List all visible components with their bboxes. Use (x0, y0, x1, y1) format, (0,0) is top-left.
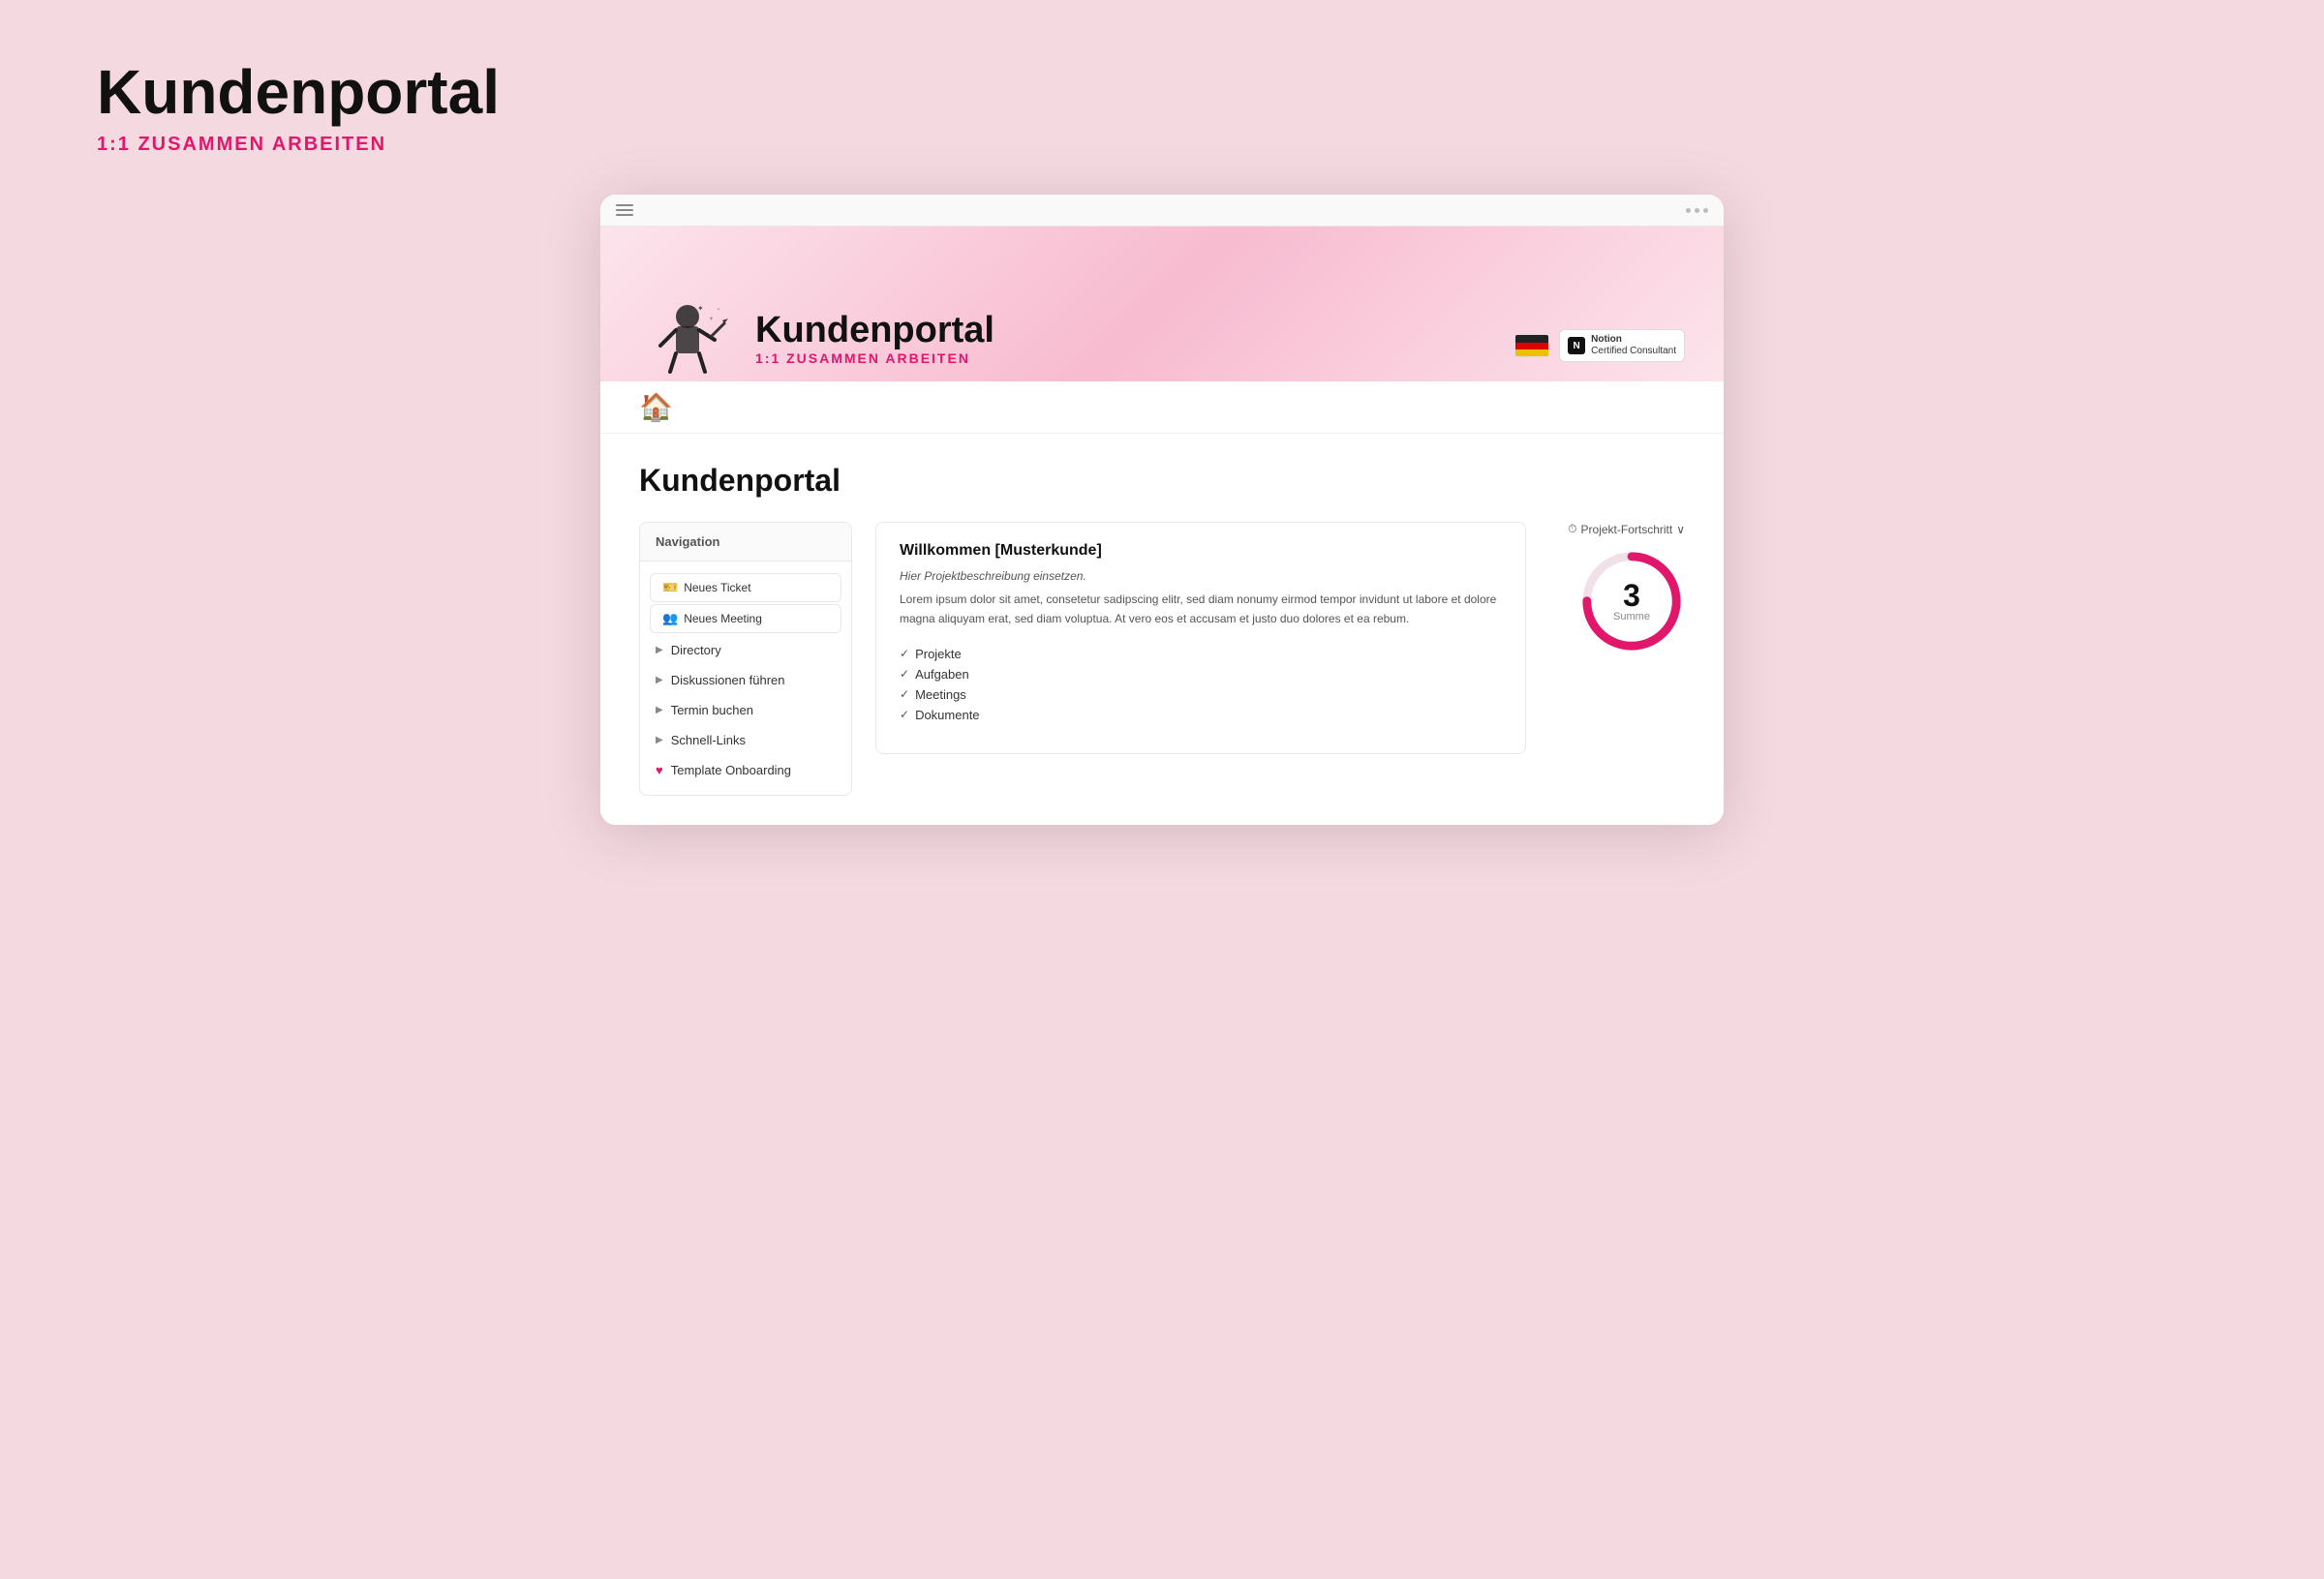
check-mark: ✓ (900, 667, 909, 681)
ticket-icon: 🎫 (662, 580, 678, 595)
nav-item-termin[interactable]: ▶ Termin buchen (640, 695, 851, 725)
heart-icon: ♥ (656, 763, 663, 777)
flag-de (1514, 334, 1549, 357)
home-icon-row: 🏠 (600, 381, 1724, 434)
list-item: ✓ Projekte (900, 644, 1502, 664)
clock-icon: ⏱ (1568, 522, 1576, 536)
nav-sidebar-body: 🎫 Neues Ticket 👥 Neues Meeting ▶ Directo… (640, 562, 851, 795)
check-mark: ✓ (900, 647, 909, 660)
arrow-icon: ▶ (656, 705, 663, 715)
page-main-title: Kundenportal (97, 58, 2247, 126)
list-item: ✓ Dokumente (900, 705, 1502, 725)
welcome-text: Lorem ipsum dolor sit amet, consetetur s… (900, 591, 1502, 627)
nav-sidebar-header: Navigation (640, 523, 851, 562)
page-header: Kundenportal 1:1 ZUSAMMEN ARBEITEN (77, 58, 2247, 156)
checklist: ✓ Projekte ✓ Aufgaben ✓ Meetings ✓ Dokum… (900, 644, 1502, 725)
nav-item-label: Neues Ticket (684, 581, 750, 594)
browser-window: ✦ ✦ ✦ Kundenportal 1:1 ZUSAMMEN ARBEITEN… (600, 195, 1724, 825)
nav-item-label: Termin buchen (671, 703, 753, 717)
nav-item-schnell-links[interactable]: ▶ Schnell-Links (640, 725, 851, 755)
arrow-icon: ▶ (656, 675, 663, 685)
nav-item-label: Neues Meeting (684, 612, 762, 625)
notion-text: Notion Certified Consultant (1591, 334, 1676, 357)
nav-item-label: Directory (671, 643, 721, 657)
nav-item-directory[interactable]: ▶ Directory (640, 635, 851, 665)
list-item: ✓ Aufgaben (900, 664, 1502, 684)
nav-item-label: Template Onboarding (671, 763, 791, 777)
arrow-icon: ▶ (656, 735, 663, 745)
svg-text:✦: ✦ (697, 304, 704, 313)
banner-subtitle: 1:1 ZUSAMMEN ARBEITEN (755, 350, 994, 366)
arrow-icon: ▶ (656, 645, 663, 655)
page-subtitle: 1:1 ZUSAMMEN ARBEITEN (97, 134, 2247, 156)
browser-menu-icon[interactable] (616, 204, 633, 216)
nav-item-label: Diskussionen führen (671, 673, 785, 687)
progress-header[interactable]: ⏱ Projekt-Fortschritt ∨ (1568, 522, 1685, 536)
banner-title-block: Kundenportal 1:1 ZUSAMMEN ARBEITEN (755, 311, 994, 382)
notion-icon: N (1568, 337, 1585, 354)
nav-item-label: Schnell-Links (671, 733, 746, 747)
welcome-card: Willkommen [Musterkunde] Hier Projektbes… (875, 522, 1526, 754)
page-content-title: Kundenportal (639, 463, 1685, 499)
browser-dots[interactable] (1686, 208, 1708, 213)
banner-right: N Notion Certified Consultant (1514, 329, 1685, 381)
list-item: ✓ Meetings (900, 684, 1502, 705)
nav-item-template-onboarding[interactable]: ♥ Template Onboarding (640, 755, 851, 785)
progress-circle: 3 Summe (1578, 548, 1685, 654)
portal-banner: ✦ ✦ ✦ Kundenportal 1:1 ZUSAMMEN ARBEITEN… (600, 227, 1724, 381)
check-mark: ✓ (900, 708, 909, 721)
welcome-desc: Hier Projektbeschreibung einsetzen. (900, 569, 1502, 583)
nav-item-neues-meeting[interactable]: 👥 Neues Meeting (650, 604, 841, 633)
notion-certified-badge: N Notion Certified Consultant (1559, 329, 1685, 362)
progress-inner: 3 Summe (1613, 580, 1650, 622)
nav-item-neues-ticket[interactable]: 🎫 Neues Ticket (650, 573, 841, 602)
svg-text:✦: ✦ (709, 316, 714, 322)
progress-label: Summe (1613, 611, 1650, 622)
banner-left: ✦ ✦ ✦ Kundenportal 1:1 ZUSAMMEN ARBEITEN (639, 299, 994, 381)
welcome-title: Willkommen [Musterkunde] (900, 542, 1502, 560)
chevron-down-icon: ∨ (1676, 523, 1685, 536)
svg-text:✦: ✦ (717, 307, 720, 313)
browser-toolbar (600, 195, 1724, 227)
main-layout: Navigation 🎫 Neues Ticket 👥 Neues Meetin… (639, 522, 1685, 796)
banner-illustration: ✦ ✦ ✦ (639, 299, 736, 386)
progress-widget: ⏱ Projekt-Fortschritt ∨ 3 Summe (1549, 522, 1685, 654)
banner-title: Kundenportal (755, 311, 994, 351)
nav-item-diskussionen[interactable]: ▶ Diskussionen führen (640, 665, 851, 695)
nav-sidebar: Navigation 🎫 Neues Ticket 👥 Neues Meetin… (639, 522, 852, 796)
content-area: Kundenportal Navigation 🎫 Neues Ticket 👥… (600, 434, 1724, 825)
home-icon[interactable]: 🏠 (639, 392, 673, 422)
progress-number: 3 (1613, 580, 1650, 611)
progress-header-label: Projekt-Fortschritt (1581, 523, 1673, 536)
meeting-icon: 👥 (662, 611, 678, 626)
check-mark: ✓ (900, 687, 909, 701)
